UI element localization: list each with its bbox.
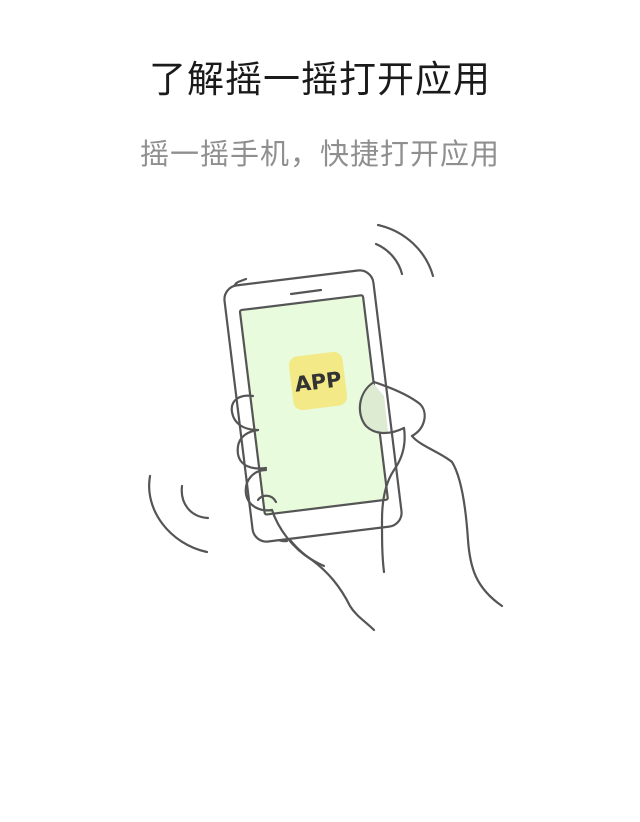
shake-waves-top-right [374,223,435,278]
app-icon: APP [288,351,348,411]
shake-waves-bottom-left [148,474,210,554]
shake-illustration: APP [148,223,504,632]
